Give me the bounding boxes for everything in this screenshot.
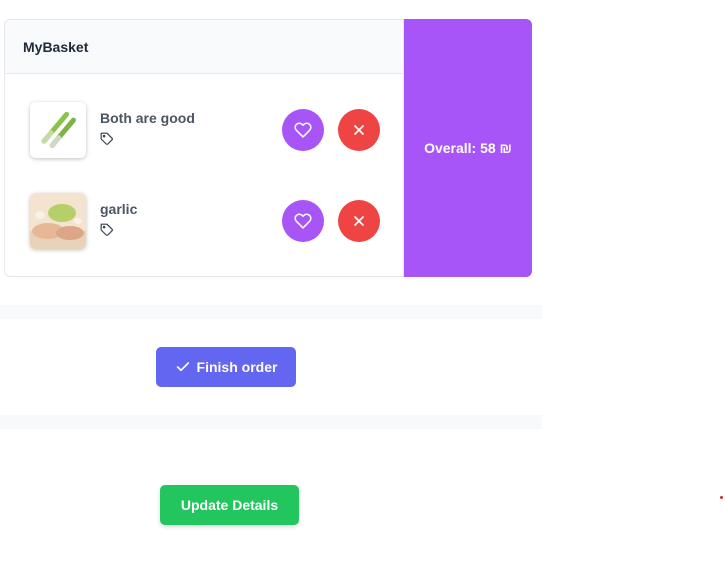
finish-order-label: Finish order (196, 359, 278, 375)
basket-panel: MyBasket Both are good garlic (4, 19, 404, 277)
remove-button[interactable] (338, 109, 380, 151)
close-icon (354, 216, 364, 226)
favorite-button[interactable] (282, 109, 324, 151)
heart-icon (294, 122, 312, 138)
section-divider (0, 305, 542, 319)
basket-title: MyBasket (23, 38, 89, 55)
section-divider (0, 415, 542, 429)
item-name[interactable]: garlic (100, 201, 282, 217)
stray-dot (720, 496, 723, 499)
product-image (30, 193, 86, 249)
close-icon (354, 125, 364, 135)
basket-header: MyBasket (5, 20, 403, 74)
update-details-button[interactable]: Update Details (160, 485, 299, 525)
check-icon (176, 362, 189, 372)
tag-icon (100, 132, 113, 145)
heart-icon (294, 213, 312, 229)
basket-item: Both are good (30, 101, 380, 159)
tag-icon (100, 223, 113, 236)
remove-button[interactable] (338, 200, 380, 242)
favorite-button[interactable] (282, 200, 324, 242)
overall-total: Overall: 58 ₪ (424, 140, 512, 156)
basket-item: garlic (30, 192, 380, 250)
overall-total-panel: Overall: 58 ₪ (404, 19, 532, 277)
update-details-label: Update Details (180, 497, 279, 513)
item-name[interactable]: Both are good (100, 110, 282, 126)
product-image (30, 102, 86, 158)
finish-order-button[interactable]: Finish order (156, 347, 296, 387)
